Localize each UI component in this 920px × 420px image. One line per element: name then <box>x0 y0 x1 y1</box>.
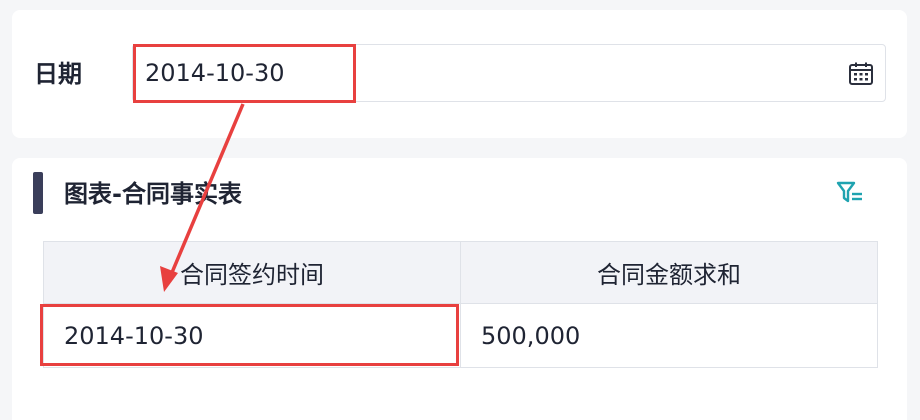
table-cell-sign-time: 2014-10-30 <box>43 303 461 368</box>
column-header-amount-sum[interactable]: 合同金额求和 <box>460 241 878 304</box>
date-picker-value[interactable]: 2014-10-30 <box>145 58 284 88</box>
calendar-icon[interactable] <box>848 61 874 87</box>
chart-title: 图表-合同事实表 <box>64 180 242 208</box>
filter-settings-icon[interactable] <box>836 180 864 206</box>
date-picker-input[interactable]: 2014-10-30 <box>132 44 886 102</box>
table-header-row: 合同签约时间 合同金额求和 <box>43 241 878 304</box>
title-accent-bar <box>33 172 43 214</box>
date-filter-label: 日期 <box>34 60 82 88</box>
table-cell-amount-sum: 500,000 <box>460 303 878 368</box>
data-table: 合同签约时间 合同金额求和 2014-10-30 500,000 <box>43 241 878 368</box>
table-row: 2014-10-30 500,000 <box>43 303 878 368</box>
page: 日期 2014-10-30 图表-合同事实表 合同签约时间 合同金额求和 201… <box>0 0 920 420</box>
column-header-sign-time[interactable]: 合同签约时间 <box>43 241 461 304</box>
